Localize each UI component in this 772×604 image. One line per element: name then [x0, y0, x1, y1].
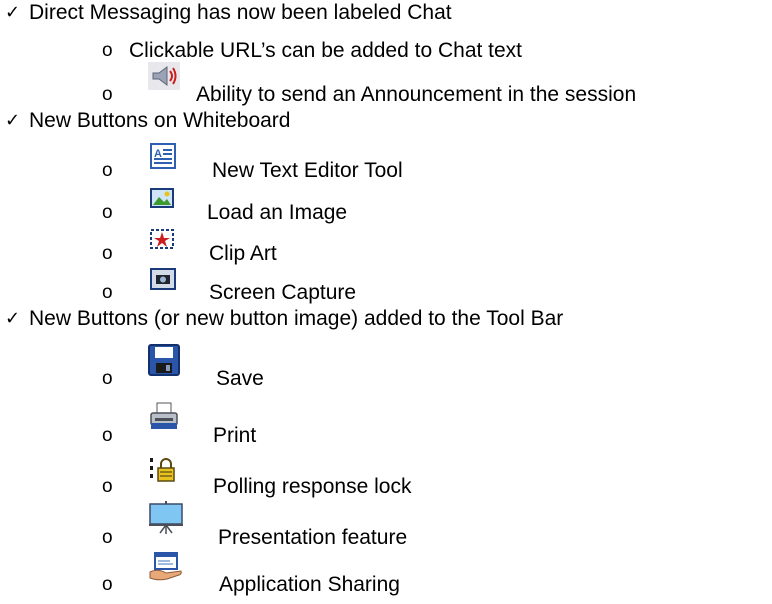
item-text: Clip Art — [209, 242, 277, 265]
bullet: o — [102, 282, 113, 303]
item-text: Save — [216, 367, 264, 390]
application-sharing-icon — [149, 552, 182, 581]
polling-lock-icon — [150, 458, 175, 482]
bullet: o — [102, 574, 113, 595]
section-heading: New Buttons on Whiteboard — [29, 109, 291, 132]
bullet: o — [102, 160, 113, 181]
bullet: o — [102, 202, 113, 223]
checkmark: ✓ — [5, 110, 21, 131]
bullet: o — [102, 40, 113, 61]
item-text: Print — [213, 424, 257, 447]
announcement-megaphone-icon — [148, 62, 180, 90]
bullet: o — [102, 476, 113, 497]
item-text: Screen Capture — [209, 281, 357, 304]
bullet: o — [102, 84, 113, 105]
print-icon — [150, 402, 178, 429]
item-text: Presentation feature — [218, 526, 408, 549]
item-text: Clickable URL’s can be added to Chat tex… — [129, 39, 523, 62]
item-text: Load an Image — [207, 201, 348, 224]
item-text: New Text Editor Tool — [212, 159, 403, 182]
presentation-screen-icon — [149, 501, 183, 534]
bullet: o — [102, 527, 113, 548]
checkmark: ✓ — [5, 2, 21, 23]
checkmark: ✓ — [5, 308, 21, 329]
save-floppy-icon — [148, 344, 180, 376]
clip-art-icon — [150, 229, 174, 249]
bullet: o — [102, 368, 113, 389]
bullet: o — [102, 243, 113, 264]
section-heading: Direct Messaging has now been labeled Ch… — [29, 1, 452, 24]
screen-capture-icon — [150, 268, 176, 290]
bullet: o — [102, 425, 113, 446]
load-image-icon — [150, 188, 174, 208]
text-editor-icon: A — [150, 143, 176, 169]
item-text: Ability to send an Announcement in the s… — [196, 83, 637, 106]
item-text: Application Sharing — [219, 573, 400, 596]
section-heading: New Buttons (or new button image) added … — [29, 307, 564, 330]
item-text: Polling response lock — [213, 475, 412, 498]
